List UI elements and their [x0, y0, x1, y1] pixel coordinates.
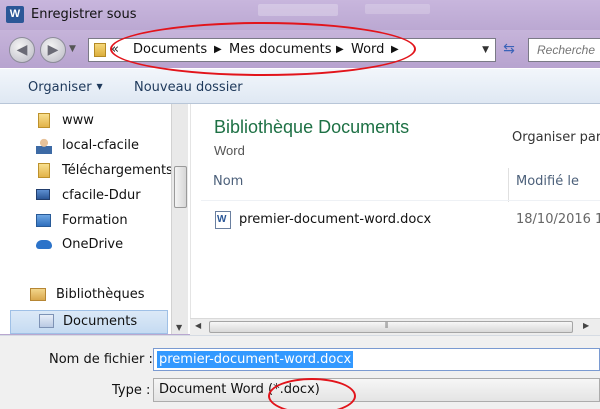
scroll-left-icon[interactable]: ◀ [195, 321, 201, 330]
nav-item-label: Bibliothèques [56, 287, 145, 302]
library-title: Bibliothèque Documents [214, 117, 410, 137]
nav-item-label: cfacile-Ddur [62, 188, 141, 203]
nav-item-cfacile-ddur[interactable]: cfacile-Ddur [36, 185, 186, 207]
nav-item-label: local-cfacile [62, 138, 140, 153]
breadcrumb-mes-documents[interactable]: Mes documents [229, 42, 331, 57]
organize-button[interactable]: Organiser ▼ [28, 80, 103, 95]
computer-icon [36, 189, 50, 200]
file-list-horizontal-scrollbar[interactable]: ◀ ⦀ ▶ [190, 318, 600, 335]
breadcrumb-word[interactable]: Word [351, 42, 384, 57]
breadcrumb-separator-icon[interactable]: ▶ [214, 44, 222, 55]
file-list-pane: Bibliothèque Documents Word Organiser pa… [190, 104, 600, 334]
nav-item-local-cfacile[interactable]: local-cfacile [36, 135, 186, 157]
network-folder-icon [36, 214, 51, 227]
library-subtitle: Word [214, 143, 245, 158]
save-form: Nom de fichier : premier-document-word.d… [0, 335, 600, 409]
nav-item-label: Téléchargements [62, 163, 173, 178]
nav-item-telechargements[interactable]: Téléchargements [36, 160, 186, 182]
title-bar-blur-2 [365, 4, 430, 14]
nav-item-label: Documents [63, 314, 138, 329]
file-name: premier-document-word.docx [239, 212, 432, 227]
downloads-folder-icon [38, 163, 50, 178]
breadcrumb-separator-icon[interactable]: ▶ [336, 44, 344, 55]
user-folder-icon [36, 138, 52, 154]
file-type-select[interactable]: Document Word (*.docx) [153, 378, 600, 402]
search-input[interactable] [529, 39, 600, 61]
address-dropdown-icon[interactable]: ▼ [482, 45, 489, 55]
title-bar-blur [258, 4, 338, 16]
nav-item-bibliotheques[interactable]: Bibliothèques [30, 284, 180, 306]
refresh-icon[interactable]: ⇆ [500, 41, 518, 59]
onedrive-cloud-icon [36, 240, 52, 249]
chevron-down-icon: ▼ [96, 82, 103, 91]
command-bar: Organiser ▼ Nouveau dossier [0, 68, 600, 104]
nav-item-formation[interactable]: Formation [36, 210, 186, 232]
navigation-pane: www local-cfacile Téléchargements cfacil… [0, 104, 190, 334]
nav-item-documents[interactable]: Documents [10, 310, 168, 334]
search-box[interactable] [528, 38, 600, 62]
filename-value[interactable]: premier-document-word.docx [157, 351, 354, 368]
scroll-down-icon[interactable]: ▼ [176, 323, 182, 332]
recent-pages-dropdown-icon[interactable]: ▼ [69, 44, 76, 54]
documents-library-icon [39, 314, 54, 328]
type-label: Type : [112, 383, 151, 398]
back-arrow-icon[interactable]: ◀ [9, 37, 35, 63]
breadcrumb-overflow[interactable]: « [111, 42, 119, 57]
address-row: ◀ ▶ ▼ « Documents ▶ Mes documents ▶ Word… [0, 30, 600, 68]
breadcrumb-documents[interactable]: Documents [133, 42, 207, 57]
folder-icon [94, 43, 106, 57]
organize-label: Organiser [28, 80, 92, 95]
forward-arrow-icon[interactable]: ▶ [40, 37, 66, 63]
header-divider [201, 200, 600, 201]
scrollbar-thumb[interactable] [174, 166, 187, 208]
filename-field[interactable]: premier-document-word.docx [153, 348, 600, 371]
file-row[interactable]: premier-document-word.docx 18/10/2016 17 [209, 208, 600, 232]
breadcrumb-separator-icon[interactable]: ▶ [391, 44, 399, 55]
column-divider[interactable] [508, 168, 509, 202]
file-type-value: Document Word (*.docx) [159, 382, 320, 397]
column-header-modified[interactable]: Modifié le [516, 174, 579, 198]
nav-item-label: OneDrive [62, 237, 124, 252]
title-bar: W Enregistrer sous [0, 0, 600, 30]
nav-item-www[interactable]: www [36, 110, 186, 132]
nav-item-onedrive[interactable]: OneDrive [36, 234, 186, 256]
scrollbar-grip-icon: ⦀ [385, 321, 389, 330]
window-title: Enregistrer sous [31, 7, 137, 22]
libraries-icon [30, 288, 46, 301]
nav-vertical-scrollbar[interactable]: ▼ [171, 104, 188, 334]
filename-label: Nom de fichier : [49, 352, 153, 367]
folder-icon [38, 113, 50, 128]
arrange-by-dropdown[interactable]: Organiser par [512, 130, 600, 145]
scroll-right-icon[interactable]: ▶ [583, 321, 589, 330]
word-app-icon: W [6, 6, 24, 23]
nav-item-label: Formation [62, 213, 128, 228]
address-bar[interactable]: « Documents ▶ Mes documents ▶ Word ▶ ▼ [88, 38, 496, 62]
new-folder-button[interactable]: Nouveau dossier [134, 80, 243, 95]
word-document-icon [215, 211, 231, 229]
nav-item-label: www [62, 113, 94, 128]
scrollbar-thumb[interactable] [209, 321, 573, 333]
file-modified-date: 18/10/2016 17 [516, 212, 600, 227]
column-header-name[interactable]: Nom [213, 174, 243, 198]
